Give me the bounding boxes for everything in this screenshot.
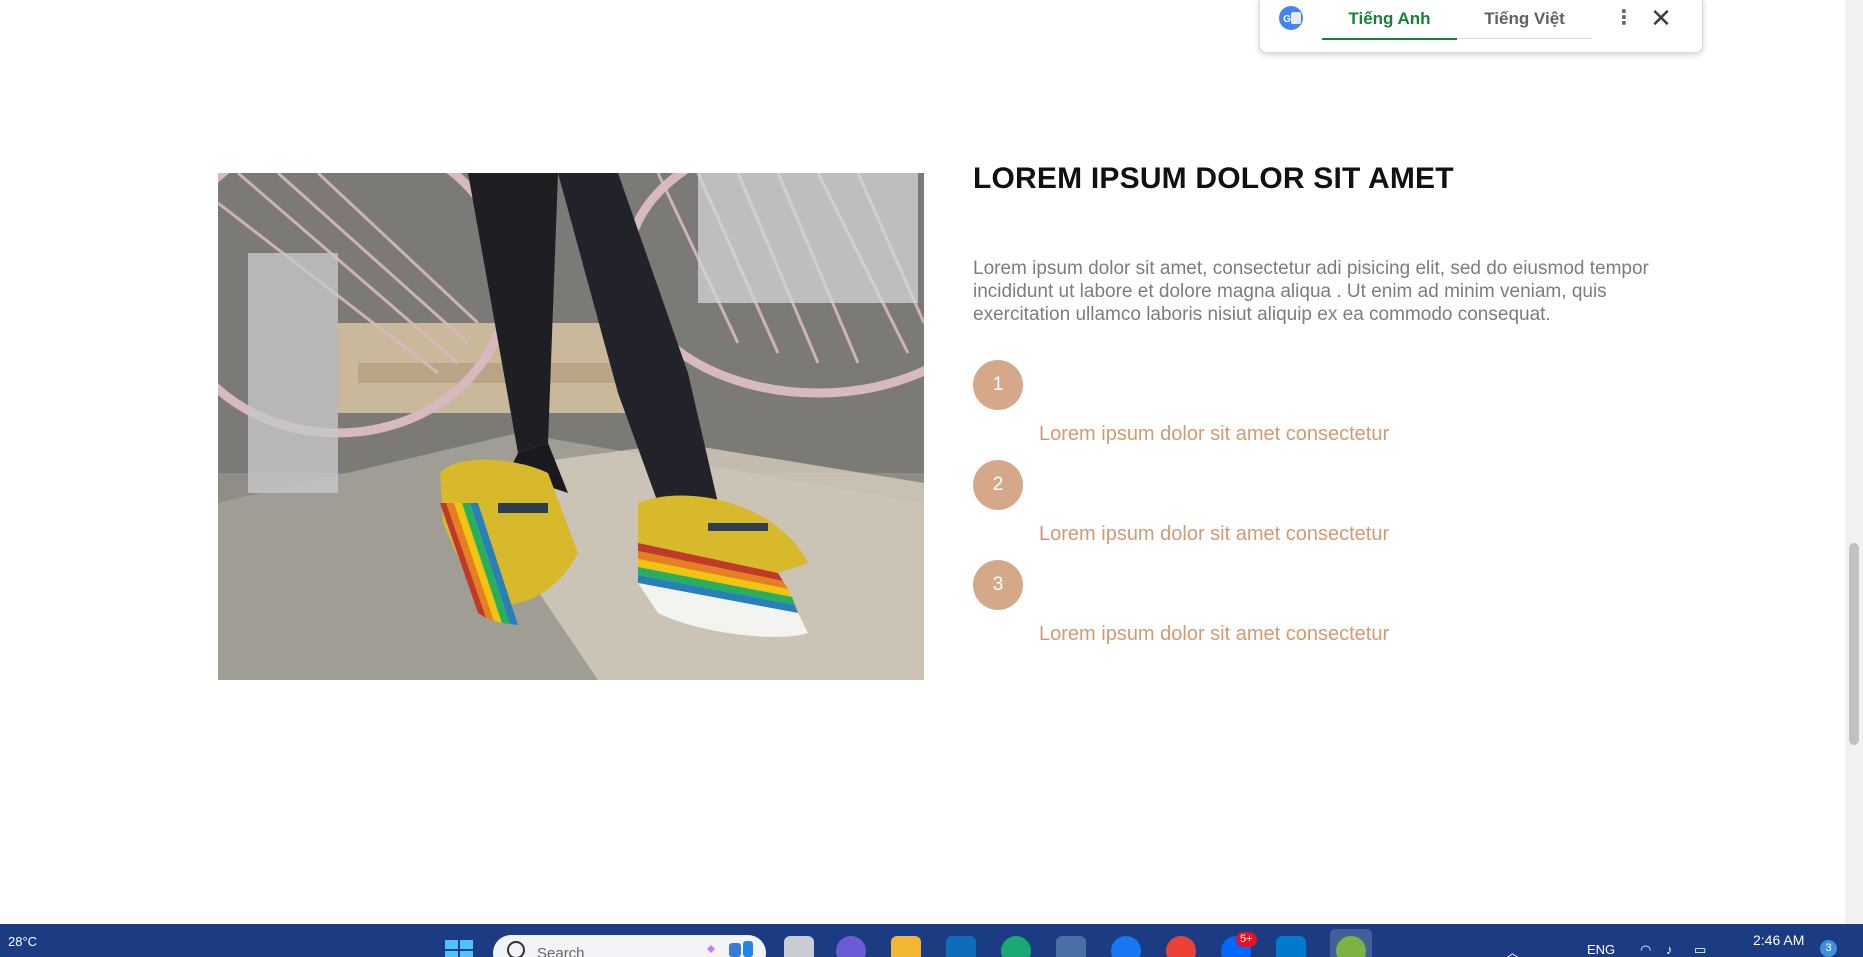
steps-list: 1 Lorem ipsum dolor sit amet consectetur… <box>973 360 1573 660</box>
edge-icon[interactable] <box>1001 936 1031 957</box>
step-number-badge: 2 <box>973 460 1023 510</box>
chevron-up-icon[interactable]: ︿ <box>1506 942 1519 957</box>
wifi-icon[interactable]: ◠ <box>1640 942 1651 957</box>
vscode-icon[interactable] <box>1276 936 1306 957</box>
windows-start-icon[interactable] <box>443 938 475 957</box>
hero-photo-sneakers <box>218 173 924 680</box>
google-translate-icon[interactable]: G <box>1278 5 1304 31</box>
step-item: 1 Lorem ipsum dolor sit amet consectetur <box>973 360 1573 460</box>
windows-taskbar: 28°C Search 5+ ︿ ENG ◠ ♪ ▭ 2:46 AM 3 <box>0 924 1863 957</box>
sneaker-photo-illustration <box>218 173 924 680</box>
step-text: Lorem ipsum dolor sit amet consectetur <box>1039 423 1390 445</box>
notification-badge: 5+ <box>1236 932 1257 947</box>
microsoft-store-icon[interactable] <box>946 936 976 957</box>
step-text: Lorem ipsum dolor sit amet consectetur <box>1039 623 1390 645</box>
battery-icon[interactable]: ▭ <box>1694 942 1706 957</box>
facebook-icon[interactable] <box>1111 936 1141 957</box>
tab-vietnamese[interactable]: Tiếng Việt <box>1457 0 1592 39</box>
volume-icon[interactable]: ♪ <box>1666 942 1673 957</box>
teams-icon[interactable] <box>836 936 866 957</box>
vertical-scrollbar[interactable] <box>1845 0 1863 924</box>
step-text: Lorem ipsum dolor sit amet consectetur <box>1039 523 1390 545</box>
clock[interactable]: 2:46 AM <box>1753 932 1804 948</box>
taskbar-search-input[interactable]: Search <box>493 935 766 957</box>
step-item: 2 Lorem ipsum dolor sit amet consectetur <box>973 460 1573 560</box>
file-explorer-icon[interactable] <box>891 936 921 957</box>
web-page: LOREM IPSUM DOLOR SIT AMET Lorem ipsum d… <box>0 0 1845 924</box>
snipping-tool-icon[interactable] <box>1056 936 1086 957</box>
tab-english[interactable]: Tiếng Anh <box>1322 0 1457 40</box>
step-number-badge: 3 <box>973 560 1023 610</box>
step-item: 3 Lorem ipsum dolor sit amet consectetur <box>973 560 1573 660</box>
task-view-icon[interactable] <box>784 936 814 957</box>
svg-text:G: G <box>1283 14 1291 25</box>
more-options-icon[interactable]: ⋮ <box>1614 7 1634 29</box>
step-number-badge: 1 <box>973 360 1023 410</box>
scrollbar-thumb[interactable] <box>1849 543 1859 745</box>
section-description: Lorem ipsum dolor sit amet, consectetur … <box>973 258 1649 325</box>
google-translate-bar: G Tiếng Anh Tiếng Việt ⋮ ✕ <box>1259 0 1703 53</box>
chrome-icon[interactable] <box>1166 936 1196 957</box>
search-icon <box>507 941 525 957</box>
language-indicator[interactable]: ENG <box>1587 942 1615 957</box>
search-placeholder: Search <box>537 945 585 957</box>
notification-count[interactable]: 3 <box>1820 940 1837 957</box>
section-title: LOREM IPSUM DOLOR SIT AMET <box>973 162 1454 195</box>
weather-widget[interactable]: 28°C <box>8 934 37 949</box>
close-icon[interactable]: ✕ <box>1648 4 1674 32</box>
copilot-sparkle-icon <box>707 941 753 957</box>
